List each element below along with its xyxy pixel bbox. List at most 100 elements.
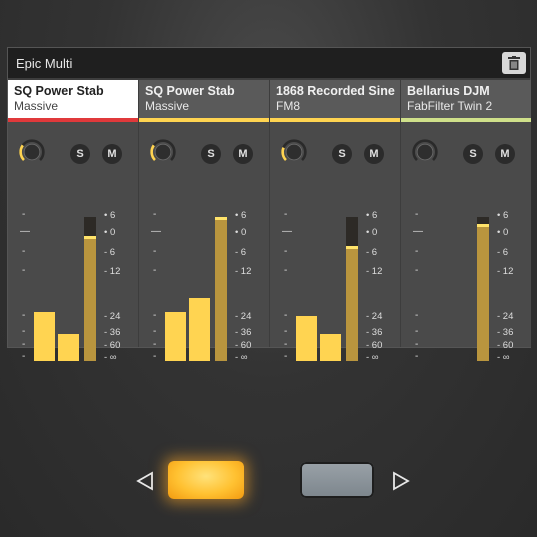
left-scale-mark: - xyxy=(22,246,26,257)
meter-scale-label: - 12 xyxy=(497,266,514,277)
channel-plugin-name: FabFilter Twin 2 xyxy=(407,99,493,113)
meter-scale-label: • 0 xyxy=(235,227,247,238)
channel-plugin-name: FM8 xyxy=(276,99,300,113)
mute-button[interactable]: M xyxy=(495,144,515,164)
inactive-pad-button[interactable] xyxy=(300,462,374,498)
meter-peak xyxy=(477,224,489,228)
left-scale-mark: - xyxy=(284,351,288,362)
channel-header[interactable]: Bellarius DJM FabFilter Twin 2 xyxy=(401,80,531,118)
meter-scale-label: - 24 xyxy=(235,311,252,322)
left-scale-mark: - xyxy=(22,310,26,321)
solo-button[interactable]: S xyxy=(463,144,483,164)
meter-empty xyxy=(477,217,489,225)
meter-scale-label: • 0 xyxy=(497,227,509,238)
channel-strip: SQ Power Stab Massive S M - — - - - - - - • 6 • 0- 6-… xyxy=(8,80,138,363)
channel-accent-line xyxy=(270,118,400,122)
meter-scale-label: - 12 xyxy=(366,266,383,277)
meter-scale-label: - 24 xyxy=(366,311,383,322)
left-scale-mark: — xyxy=(282,226,292,237)
meter-scale-label: - ∞ xyxy=(104,352,117,363)
mute-button[interactable]: M xyxy=(233,144,253,164)
channel-header[interactable]: 1868 Recorded Sine FM8 xyxy=(270,80,400,118)
left-scale-mark: - xyxy=(415,310,419,321)
meter-scale-label: - ∞ xyxy=(235,352,248,363)
output-meter xyxy=(477,217,489,361)
level-bar xyxy=(320,334,341,361)
meter-scale-label: • 6 xyxy=(497,210,509,221)
meter-peak xyxy=(84,235,96,239)
channel-header[interactable]: SQ Power Stab Massive xyxy=(139,80,269,118)
mute-button[interactable]: M xyxy=(102,144,122,164)
meter-scale-label: - 36 xyxy=(366,327,383,338)
meter-scale-label: • 6 xyxy=(235,210,247,221)
channel-plugin-name: Massive xyxy=(14,99,59,113)
left-scale-mark: - xyxy=(415,326,419,337)
channel-strip: 1868 Recorded Sine FM8 S M - — - - - - - - • 6 • 0- 6… xyxy=(270,80,400,363)
left-scale-mark: - xyxy=(22,265,26,276)
left-scale-mark: - xyxy=(284,246,288,257)
left-scale-mark: - xyxy=(153,326,157,337)
channel-preset-name: Bellarius DJM xyxy=(407,84,490,98)
left-scale-mark: - xyxy=(22,351,26,362)
level-bar xyxy=(58,334,79,361)
left-scale-mark: - xyxy=(284,339,288,350)
meter-scale-label: - 60 xyxy=(497,340,514,351)
meter-empty xyxy=(84,217,96,236)
channel-accent-line xyxy=(8,118,138,122)
left-scale-mark: - xyxy=(153,351,157,362)
solo-button[interactable]: S xyxy=(332,144,352,164)
triangle-left-icon[interactable] xyxy=(136,471,154,491)
meter-scale-label: - ∞ xyxy=(366,352,379,363)
meter-scale-label: - 24 xyxy=(497,311,514,322)
meter-scale-label: - 60 xyxy=(104,340,121,351)
meter-scale-label: - ∞ xyxy=(497,352,510,363)
volume-knob[interactable] xyxy=(149,138,177,166)
solo-button[interactable]: S xyxy=(70,144,90,164)
channel-preset-name: SQ Power Stab xyxy=(145,84,235,98)
left-scale-mark: - xyxy=(153,246,157,257)
meter-scale-label: • 6 xyxy=(104,210,116,221)
meter-scale-label: - 24 xyxy=(104,311,121,322)
plugin-panel: Epic Multi SQ Power Stab Massive S M - — - - - - -… xyxy=(8,48,531,363)
active-pad-button[interactable] xyxy=(168,461,244,499)
volume-knob[interactable] xyxy=(280,138,308,166)
channel-header[interactable]: SQ Power Stab Massive xyxy=(8,80,138,118)
meter-scale-label: - 60 xyxy=(235,340,252,351)
meter-scale-label: - 36 xyxy=(497,327,514,338)
trash-icon xyxy=(508,56,520,70)
left-scale-mark: — xyxy=(20,226,30,237)
left-scale-mark: - xyxy=(284,209,288,220)
left-scale-mark: — xyxy=(151,226,161,237)
left-scale-mark: - xyxy=(22,326,26,337)
output-meter xyxy=(84,217,96,361)
meter-scale-label: - 36 xyxy=(235,327,252,338)
level-bar xyxy=(34,311,55,361)
left-scale-mark: - xyxy=(284,265,288,276)
meter-scale-label: - 6 xyxy=(104,247,116,258)
mute-button[interactable]: M xyxy=(364,144,384,164)
meter-peak xyxy=(346,245,358,249)
level-bar xyxy=(296,316,317,361)
left-scale-mark: - xyxy=(415,265,419,276)
triangle-right-icon[interactable] xyxy=(392,471,410,491)
left-scale-mark: - xyxy=(22,209,26,220)
channel-plugin-name: Massive xyxy=(145,99,190,113)
solo-button[interactable]: S xyxy=(201,144,221,164)
output-meter xyxy=(346,217,358,361)
meter-scale-label: - 12 xyxy=(235,266,252,277)
meter-scale-label: - 6 xyxy=(235,247,247,258)
left-scale-mark: — xyxy=(413,226,423,237)
channel-preset-name: SQ Power Stab xyxy=(14,84,104,98)
channel-preset-name: 1868 Recorded Sine xyxy=(276,84,395,98)
meter-empty xyxy=(346,217,358,246)
volume-knob[interactable] xyxy=(411,138,439,166)
left-scale-mark: - xyxy=(153,339,157,350)
channel-strip: SQ Power Stab Massive S M - — - - - - - - • 6 • 0- 6-… xyxy=(139,80,269,363)
volume-knob[interactable] xyxy=(18,138,46,166)
meter-scale-label: • 0 xyxy=(104,227,116,238)
left-scale-mark: - xyxy=(284,326,288,337)
left-scale-mark: - xyxy=(415,209,419,220)
channel-accent-line xyxy=(139,118,269,122)
delete-button[interactable] xyxy=(502,52,526,74)
meter-scale-label: - 6 xyxy=(497,247,509,258)
